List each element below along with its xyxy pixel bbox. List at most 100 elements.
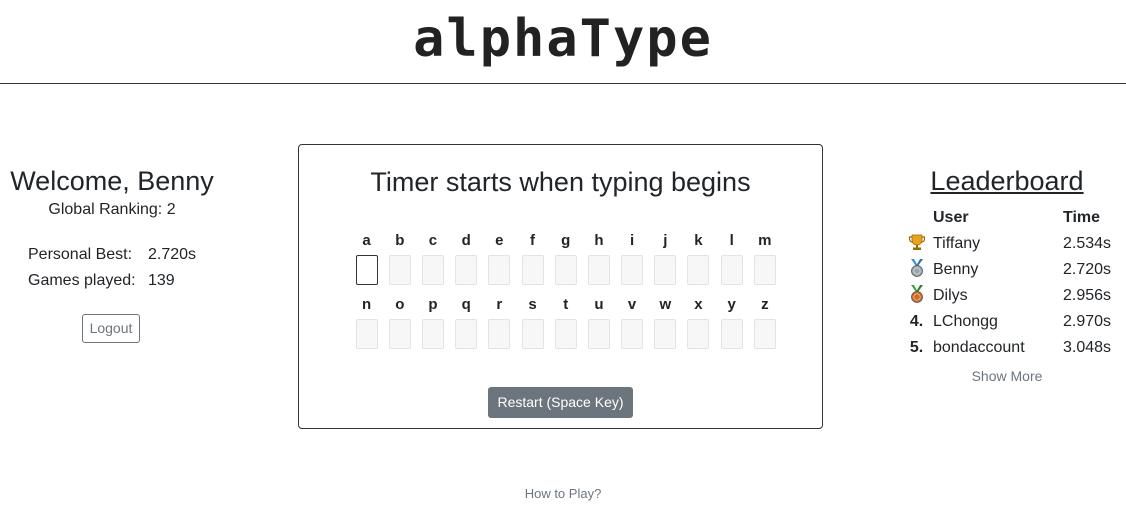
letter-label: v [627,296,637,313]
letter-cell-d: d [450,232,483,285]
letter-input-w[interactable] [654,319,677,349]
letter-cell-b: b [383,232,416,285]
letter-label: k [694,232,703,249]
leaderboard-time: 2.956s [1063,287,1112,304]
leaderboard-row: Tiffany 2.534s [900,231,1120,257]
letter-input-o[interactable] [388,319,411,349]
app-logo: alphaType [413,9,713,69]
letter-input-l[interactable] [720,255,743,285]
letter-label: z [761,296,769,313]
letter-input-h[interactable] [587,255,610,285]
letter-cell-o: o [383,296,416,349]
letter-label: i [630,232,635,249]
letter-label: d [461,232,471,249]
rank-medal [900,231,933,257]
letter-cell-f: f [516,232,549,285]
leaderboard-user: bondaccount [933,339,1025,356]
leaderboard-row: Benny 2.720s [900,257,1120,283]
letter-cell-w: w [649,296,682,349]
letter-input-t[interactable] [554,319,577,349]
bronze-medal-icon [908,284,926,308]
letter-input-z[interactable] [753,319,776,349]
letter-input-m[interactable] [753,255,776,285]
letter-cell-s: s [516,296,549,349]
letter-cell-z: z [748,296,781,349]
leaderboard-row: Dilys 2.956s [900,283,1120,309]
letter-label: e [495,232,504,249]
letter-cell-y: y [715,296,748,349]
letter-input-j[interactable] [654,255,677,285]
letter-label: c [428,232,438,249]
show-more-link[interactable]: Show More [900,368,1114,384]
letter-cell-t: t [549,296,582,349]
letter-label: m [758,232,772,249]
letter-label: n [362,296,372,313]
letter-cell-u: u [582,296,615,349]
games-played-label: Games played: [28,272,136,289]
restart-button[interactable]: Restart (Space Key) [488,387,633,418]
letter-input-n[interactable] [355,319,378,349]
how-to-play-link[interactable]: How to Play? [0,486,1126,501]
leaderboard-time: 2.970s [1063,313,1112,330]
letter-input-e[interactable] [488,255,511,285]
letter-cell-c: c [416,232,449,285]
letter-cell-p: p [416,296,449,349]
leaderboard-user: LChongg [933,313,998,330]
letter-cell-m: m [748,232,781,285]
silver-medal-icon [908,258,926,282]
letter-label: q [461,296,471,313]
letter-input-d[interactable] [455,255,478,285]
letter-label: j [663,232,668,249]
header: alphaType [0,0,1126,84]
letter-cell-k: k [682,232,715,285]
letter-input-a[interactable] [355,255,378,285]
letter-input-u[interactable] [587,319,610,349]
letters-row-n-z: n o p q r s t u v w x y z [350,296,781,349]
global-ranking: Global Ranking: 2 [48,201,176,218]
rank-number: 5. [909,339,924,356]
letter-cell-e: e [483,232,516,285]
letter-cell-r: r [483,296,516,349]
letter-input-s[interactable] [521,319,544,349]
letter-input-v[interactable] [621,319,644,349]
rank-medal [900,283,933,309]
welcome-panel: Welcome, Benny Global Ranking: 2 [0,164,224,221]
personal-best-label: Personal Best: [28,246,133,263]
games-played-value: 139 [148,272,175,289]
letter-cell-h: h [582,232,615,285]
timer-message: Timer starts when typing begins [370,167,751,197]
letter-cell-i: i [616,232,649,285]
letter-cell-v: v [616,296,649,349]
letter-label: y [727,296,736,313]
rank-medal [900,257,933,283]
letter-input-y[interactable] [720,319,743,349]
letter-label: b [395,232,405,249]
letter-input-p[interactable] [421,319,444,349]
letter-label: o [395,296,405,313]
logout-button[interactable]: Logout [82,314,140,343]
user-column-header: User [933,209,969,226]
letter-label: l [729,232,734,249]
letter-label: g [561,232,571,249]
leaderboard-header-row: User Time [900,205,1120,231]
leaderboard-user: Benny [933,261,979,278]
letter-input-r[interactable] [488,319,511,349]
letter-input-k[interactable] [687,255,710,285]
leaderboard-row: 4. LChongg 2.970s [900,309,1120,335]
letter-input-q[interactable] [455,319,478,349]
letter-cell-n: n [350,296,383,349]
letter-label: a [362,232,371,249]
leaderboard-time: 3.048s [1063,339,1112,356]
letters-row-a-m: a b c d e f g h i j k l m [350,232,781,285]
letter-input-c[interactable] [421,255,444,285]
letter-input-f[interactable] [521,255,544,285]
letter-cell-q: q [450,296,483,349]
letter-cell-j: j [649,232,682,285]
letter-input-g[interactable] [554,255,577,285]
letter-cell-x: x [682,296,715,349]
letter-input-i[interactable] [621,255,644,285]
letter-input-b[interactable] [388,255,411,285]
leaderboard-user: Dilys [933,287,968,304]
letter-label: s [528,296,537,313]
letter-input-x[interactable] [687,319,710,349]
